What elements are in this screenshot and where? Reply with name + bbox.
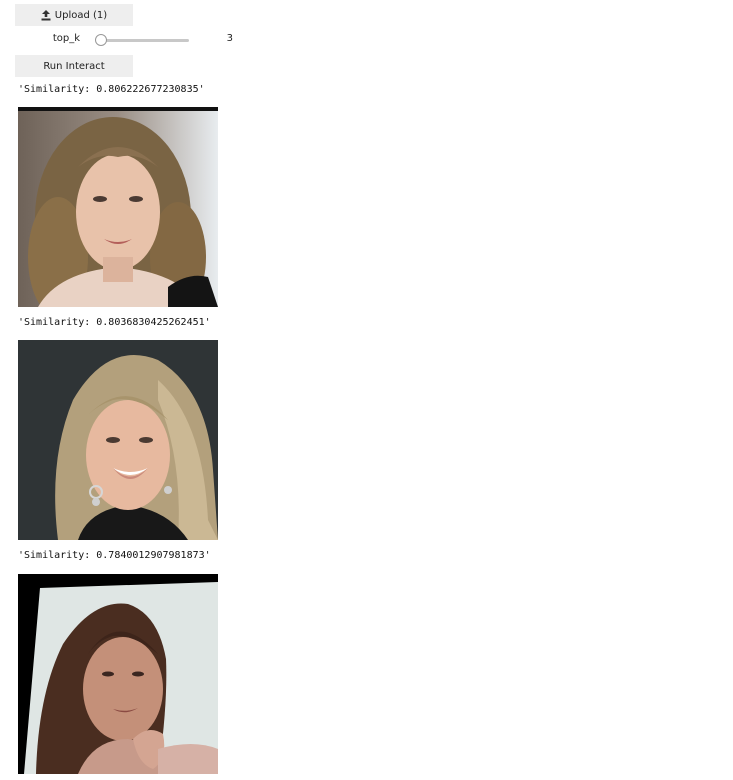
- result-image-2: [18, 340, 218, 540]
- face-photo-1: [18, 107, 218, 307]
- top-k-slider-track[interactable]: [95, 39, 189, 42]
- top-k-label: top_k: [52, 33, 80, 44]
- top-k-value: 3: [226, 33, 233, 44]
- similarity-output-2: 'Similarity: 0.8036830425262451': [18, 317, 211, 328]
- face-photo-3: [18, 574, 218, 774]
- similarity-output-1: 'Similarity: 0.806222677230835': [18, 84, 205, 95]
- upload-button-label: Upload (1): [54, 9, 108, 21]
- run-interact-button[interactable]: Run Interact: [15, 55, 133, 77]
- result-image-3: [18, 574, 218, 774]
- top-k-slider-row: top_k 3: [15, 31, 245, 49]
- upload-button[interactable]: Upload (1): [15, 4, 133, 26]
- result-image-1: [18, 107, 218, 307]
- run-interact-label: Run Interact: [43, 60, 105, 72]
- similarity-output-3: 'Similarity: 0.7840012907981873': [18, 550, 211, 561]
- upload-icon: [41, 9, 51, 20]
- top-k-slider-handle[interactable]: [95, 34, 107, 46]
- face-photo-2: [18, 340, 218, 540]
